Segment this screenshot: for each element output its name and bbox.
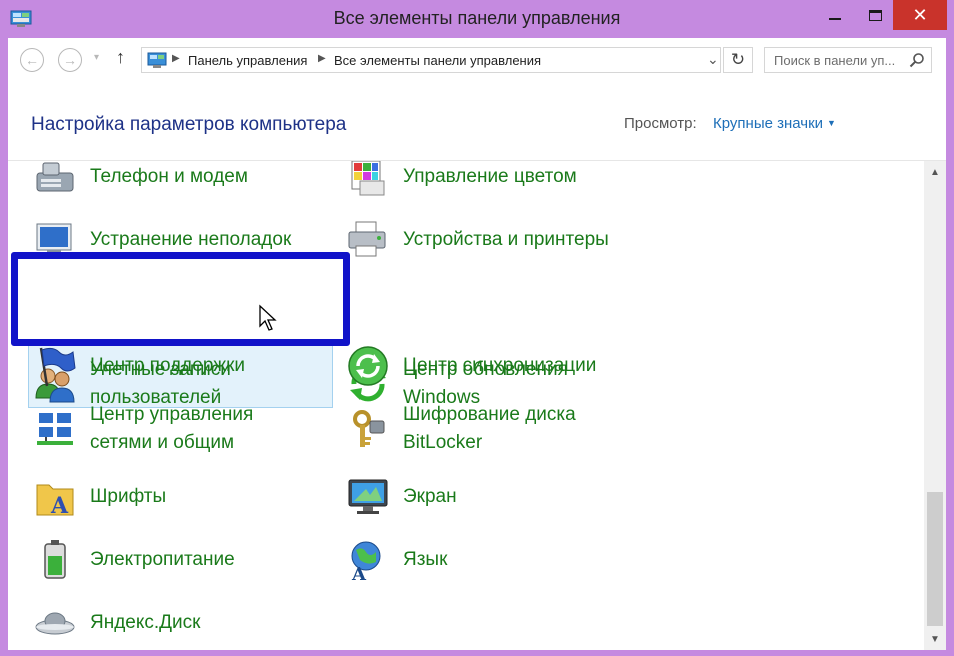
item-troubleshooting[interactable]: Устранение неполадок xyxy=(33,218,291,262)
recent-locations-dropdown[interactable]: ▾ xyxy=(94,52,99,63)
back-button[interactable]: ← xyxy=(20,48,44,72)
item-label: Яндекс.Диск xyxy=(90,612,201,633)
item-label: Управление цветом xyxy=(403,166,577,187)
scroll-up-arrow-icon[interactable]: ▲ xyxy=(924,161,946,183)
item-network-center[interactable]: Центр управления сетями и общим xyxy=(33,401,253,457)
network-center-icon xyxy=(37,413,73,445)
item-label: Язык xyxy=(403,549,448,570)
svg-text:A: A xyxy=(351,564,367,582)
item-phone-modem[interactable]: Телефон и модем xyxy=(33,161,248,199)
item-label: Устранение неполадок xyxy=(90,229,292,250)
maximize-button[interactable] xyxy=(857,0,893,30)
item-color-management[interactable]: Управление цветом xyxy=(346,161,577,199)
items-grid: Телефон и модем Управление цветом Устран… xyxy=(8,161,924,650)
breadcrumb-control-panel[interactable]: Панель управления xyxy=(188,53,307,68)
power-battery-icon xyxy=(44,540,66,579)
content-pane: Настройка параметров компьютера Просмотр… xyxy=(8,84,946,650)
view-mode-value: Крупные значки xyxy=(713,115,824,132)
breadcrumb-separator-icon[interactable]: ▶ xyxy=(172,53,180,64)
forward-button[interactable]: → xyxy=(58,48,82,72)
maximize-icon xyxy=(868,9,882,21)
forward-arrow-icon: → xyxy=(63,52,77,68)
phone-modem-icon xyxy=(36,162,74,192)
back-arrow-icon: ← xyxy=(25,52,39,68)
up-one-level-button[interactable]: ↑ xyxy=(116,47,125,68)
devices-printers-icon xyxy=(348,221,386,257)
sync-center-icon xyxy=(348,346,388,386)
view-label: Просмотр: xyxy=(624,115,697,132)
address-bar[interactable]: ▶ Панель управления ▶ Все элементы панел… xyxy=(141,47,721,73)
breadcrumb-separator-icon[interactable]: ▶ xyxy=(318,53,326,64)
item-display[interactable]: Экран xyxy=(346,475,457,519)
bitlocker-keys-icon xyxy=(353,410,385,447)
view-mode-dropdown[interactable]: Крупные значки ▼ xyxy=(713,115,836,132)
item-label: Центр поддержки xyxy=(90,355,246,376)
item-label: Устройства и принтеры xyxy=(403,229,609,250)
color-management-icon xyxy=(351,161,385,196)
navigation-bar: ← → ▾ ↑ ▶ Панель управления ▶ Все элемен… xyxy=(8,38,946,84)
item-yandex-disk[interactable]: Яндекс.Диск xyxy=(33,601,200,645)
refresh-icon: ↻ xyxy=(730,50,746,69)
item-language[interactable]: A Язык xyxy=(346,538,447,582)
dropdown-caret-icon: ▼ xyxy=(827,118,836,128)
display-monitor-icon xyxy=(348,479,388,514)
scrollbar-thumb[interactable] xyxy=(927,492,943,626)
search-placeholder: Поиск в панели уп... xyxy=(774,53,896,68)
action-center-flag-icon xyxy=(39,347,76,387)
item-devices-printers[interactable]: Устройства и принтеры xyxy=(346,218,609,262)
fonts-folder-icon: A xyxy=(36,484,74,519)
item-power-options[interactable]: Электропитание xyxy=(33,538,235,582)
title-bar[interactable]: Все элементы панели управления ✕ xyxy=(0,0,954,38)
minimize-icon xyxy=(829,18,841,20)
window-title: Все элементы панели управления xyxy=(333,8,621,28)
search-box[interactable]: Поиск в панели уп... xyxy=(764,47,932,73)
page-title: Настройка параметров компьютера xyxy=(31,114,347,135)
minimize-button[interactable] xyxy=(815,0,855,30)
control-panel-window: Все элементы панели управления ✕ ← → ▾ ↑… xyxy=(0,0,954,656)
close-icon: ✕ xyxy=(912,4,928,25)
yandex-disk-icon xyxy=(35,612,75,635)
search-icon[interactable] xyxy=(909,52,925,68)
item-label: Шрифты xyxy=(90,486,167,507)
troubleshooting-icon xyxy=(36,223,72,258)
refresh-button[interactable]: ↻ xyxy=(723,47,753,73)
address-history-chevron-icon[interactable]: ⌄ xyxy=(707,51,719,68)
mouse-pointer-icon xyxy=(259,304,277,331)
item-label: Экран xyxy=(403,486,457,507)
svg-text:A: A xyxy=(50,493,69,519)
close-button[interactable]: ✕ xyxy=(893,0,947,30)
language-globe-icon: A xyxy=(351,541,381,582)
item-fonts[interactable]: A Шрифты xyxy=(33,475,166,519)
item-label: Телефон и модем xyxy=(90,166,248,187)
vertical-scrollbar[interactable]: ▲ ▼ xyxy=(924,161,946,650)
item-label: Центр синхронизации xyxy=(403,355,597,376)
breadcrumb-all-items[interactable]: Все элементы панели управления xyxy=(334,53,541,68)
control-panel-address-icon xyxy=(147,52,167,68)
item-action-center[interactable]: Центр поддержки xyxy=(33,344,245,388)
item-sync-center[interactable]: Центр синхронизации xyxy=(346,344,596,388)
item-bitlocker[interactable]: Шифрование диска BitLocker xyxy=(346,401,576,457)
item-label: Электропитание xyxy=(90,549,235,570)
item-label: Шифрование диска BitLocker xyxy=(403,404,576,453)
item-label: Центр управления сетями и общим xyxy=(90,404,254,453)
scroll-down-arrow-icon[interactable]: ▼ xyxy=(924,628,946,650)
